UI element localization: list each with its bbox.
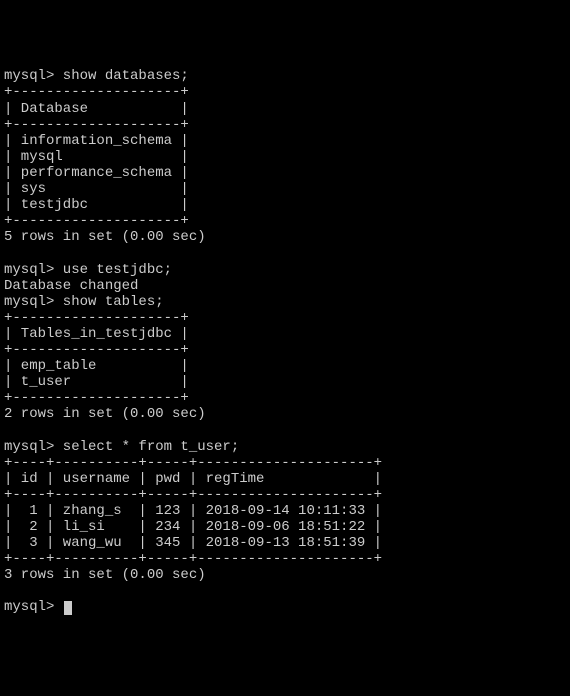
mysql-prompt[interactable]: mysql> [4, 599, 63, 615]
cursor [64, 601, 72, 615]
mysql-terminal[interactable]: mysql> show databases; +----------------… [4, 68, 566, 615]
